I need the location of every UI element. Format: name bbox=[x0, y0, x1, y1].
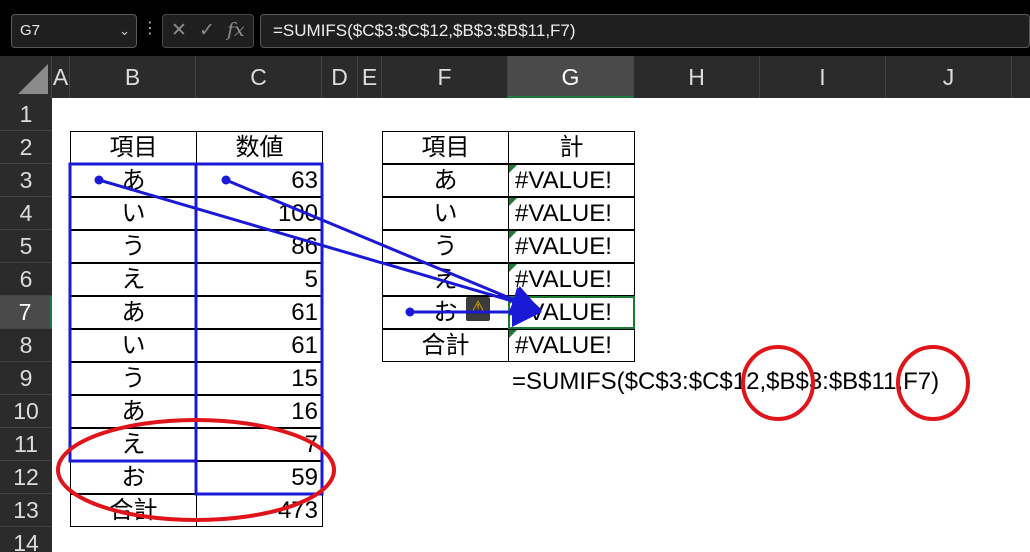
column-header-e[interactable]: E bbox=[358, 56, 382, 98]
name-box-value: G7 bbox=[20, 22, 41, 39]
column-header-i[interactable]: I bbox=[760, 56, 886, 98]
select-all-corner[interactable] bbox=[0, 56, 52, 98]
column-header-a[interactable]: A bbox=[52, 56, 70, 98]
row-header-2[interactable]: 2 bbox=[0, 131, 52, 164]
more-options-icon[interactable]: ⋮ bbox=[142, 18, 158, 37]
row-headers: 1 2 3 4 5 6 7 8 9 10 11 12 13 14 bbox=[0, 98, 52, 552]
precedent-range-b3-b11 bbox=[68, 162, 198, 463]
annotation-overlay bbox=[56, 162, 970, 522]
row-header-12[interactable]: 12 bbox=[0, 461, 52, 494]
name-box[interactable]: G7 ⌄ bbox=[11, 14, 137, 48]
highlight-circle-b11 bbox=[896, 345, 970, 421]
row-header-9[interactable]: 9 bbox=[0, 362, 52, 395]
row-header-8[interactable]: 8 bbox=[0, 329, 52, 362]
column-header-d[interactable]: D bbox=[322, 56, 358, 98]
highlight-circle-c12 bbox=[741, 345, 815, 421]
row-header-1[interactable]: 1 bbox=[0, 98, 52, 131]
select-all-triangle-icon bbox=[18, 64, 48, 94]
row-header-10[interactable]: 10 bbox=[0, 395, 52, 428]
trace-arrow-from-c3 bbox=[225, 178, 542, 314]
column-header-b[interactable]: B bbox=[70, 56, 196, 98]
insert-function-icon[interactable]: fx bbox=[227, 19, 245, 41]
formula-input[interactable]: =SUMIFS($C$3:$C$12,$B$3:$B$11,F7) bbox=[260, 14, 1030, 48]
row-header-6[interactable]: 6 bbox=[0, 263, 52, 296]
row-header-3[interactable]: 3 bbox=[0, 164, 52, 197]
column-header-f[interactable]: F bbox=[382, 56, 508, 98]
row-header-5[interactable]: 5 bbox=[0, 230, 52, 263]
row-header-4[interactable]: 4 bbox=[0, 197, 52, 230]
formula-buttons: ✕ ✓ fx bbox=[162, 14, 254, 48]
enter-icon[interactable]: ✓ bbox=[199, 19, 215, 41]
column-header-c[interactable]: C bbox=[196, 56, 322, 98]
cancel-icon[interactable]: ✕ bbox=[171, 19, 187, 41]
row-header-14[interactable]: 14 bbox=[0, 527, 52, 552]
row-header-13[interactable]: 13 bbox=[0, 494, 52, 527]
column-headers: A B C D E F G H I J bbox=[0, 56, 1030, 98]
row-header-11[interactable]: 11 bbox=[0, 428, 52, 461]
column-header-j[interactable]: J bbox=[886, 56, 1012, 98]
column-header-g[interactable]: G bbox=[508, 56, 634, 98]
column-header-h[interactable]: H bbox=[634, 56, 760, 98]
formula-bar: G7 ⌄ ⋮ ✕ ✓ fx =SUMIFS($C$3:$C$12,$B$3:$B… bbox=[0, 0, 1030, 56]
row-header-7[interactable]: 7 bbox=[0, 296, 52, 329]
chevron-down-icon[interactable]: ⌄ bbox=[119, 15, 130, 47]
trace-arrow-from-b3 bbox=[98, 178, 542, 316]
